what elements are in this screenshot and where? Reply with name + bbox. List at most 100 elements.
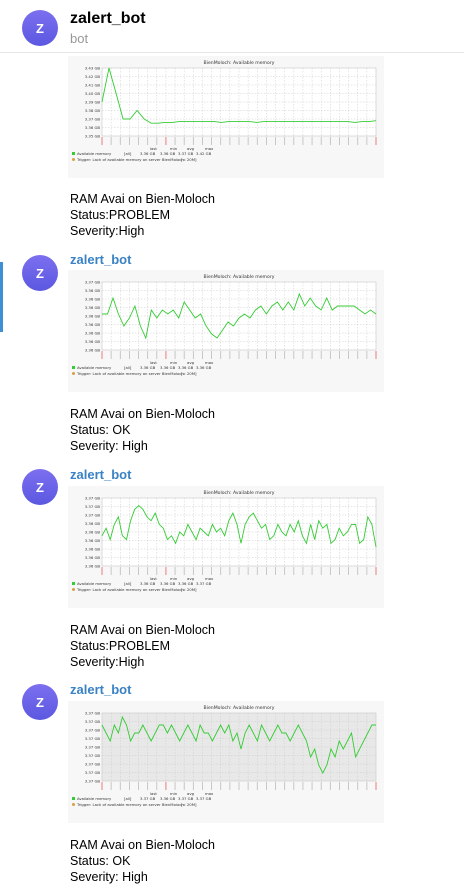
chart-image-1[interactable]: BienMoloch: Available memory 3.43 GB 3.42 …: [68, 56, 384, 178]
y-tick-label: 3.37 GB: [85, 745, 101, 750]
sender-avatar[interactable]: Z: [22, 469, 58, 505]
legend-agg: [all]: [124, 365, 132, 370]
chart-image-3[interactable]: BienMoloch: Available memory 3.37 GB 3.37 …: [68, 486, 384, 608]
chart-title: BienMoloch: Available memory: [204, 60, 275, 66]
sender-avatar[interactable]: Z: [22, 684, 58, 720]
legend-min: 3.36 GB: [160, 581, 176, 586]
legend-avg: 3.37 GB: [178, 151, 194, 156]
trigger-icon: [72, 372, 75, 375]
y-tick-label: 3.37 GB: [85, 762, 101, 767]
y-tick-label: 3.36 GB: [85, 547, 101, 552]
chart-title: BienMoloch: Available memory: [204, 490, 275, 496]
trigger-icon: [72, 158, 75, 161]
message-line: Severity: High: [70, 439, 148, 453]
legend-swatch: [72, 582, 75, 585]
legend-max: 3.37 GB: [196, 796, 212, 801]
sender-name[interactable]: zalert_bot: [70, 467, 131, 482]
trigger-condition: [< 20M]: [181, 371, 197, 376]
y-tick-label: 3.37 GB: [85, 719, 101, 724]
message-line: Severity:High: [70, 224, 145, 238]
sender-name[interactable]: zalert_bot: [70, 682, 131, 697]
legend-min: 3.36 GB: [160, 151, 176, 156]
y-tick-label: 3.37 GB: [85, 753, 101, 758]
y-tick-label: 3.37 GB: [85, 504, 101, 509]
trigger-label: Trigger: Lack of available memory on ser…: [76, 157, 184, 162]
y-tick-label: 3.36 GB: [85, 288, 101, 293]
bot-avatar[interactable]: Z: [22, 10, 58, 46]
selected-message-indicator: [0, 262, 3, 332]
y-tick-label: 3.39 GB: [85, 100, 101, 105]
y-tick-label: 3.41 GB: [85, 83, 101, 88]
y-tick-label: 3.36 GB: [85, 348, 101, 353]
legend-series-name: Available memory: [77, 581, 112, 586]
legend-agg: [all]: [124, 796, 132, 801]
y-tick-label: 3.37 GB: [85, 117, 101, 122]
chart-title: BienMoloch: Available memory: [204, 705, 275, 711]
trigger-icon: [72, 588, 75, 591]
legend-max: 3.37 GB: [196, 581, 212, 586]
chat-subtitle: bot: [70, 31, 89, 46]
legend-agg: [all]: [124, 581, 132, 586]
chart-image-2[interactable]: BienMoloch: Available memory 3.37 GB 3.36 …: [68, 270, 384, 392]
legend-avg: 3.37 GB: [178, 796, 194, 801]
y-tick-label: 3.43 GB: [85, 66, 101, 71]
y-tick-label: 3.36 GB: [85, 297, 101, 302]
y-tick-label: 3.35 GB: [85, 134, 101, 139]
y-tick-label: 3.37 GB: [85, 770, 101, 775]
legend-last: 3.36 GB: [140, 151, 156, 156]
sender-name[interactable]: zalert_bot: [70, 252, 131, 267]
y-tick-label: 3.37 GB: [85, 711, 101, 716]
legend-last: 3.36 GB: [140, 581, 156, 586]
message-line: RAM Avai on Bien-Moloch: [70, 623, 215, 637]
message-line: Status: OK: [70, 423, 131, 437]
y-tick-label: 3.37 GB: [85, 736, 101, 741]
y-tick-label: 3.37 GB: [85, 280, 101, 285]
legend-series-name: Available memory: [77, 365, 112, 370]
y-tick-label: 3.36 GB: [85, 538, 101, 543]
legend-agg: [all]: [124, 151, 132, 156]
legend-swatch: [72, 152, 75, 155]
legend-max: 3.42 GB: [196, 151, 212, 156]
y-tick-label: 3.36 GB: [85, 530, 101, 535]
trigger-label: Trigger: Lack of available memory on ser…: [76, 371, 184, 376]
legend-avg: 3.36 GB: [178, 581, 194, 586]
y-tick-label: 3.37 GB: [85, 513, 101, 518]
y-tick-label: 3.36 GB: [85, 339, 101, 344]
y-tick-label: 3.36 GB: [85, 314, 101, 319]
y-tick-label: 3.36 GB: [85, 305, 101, 310]
legend-last: 3.37 GB: [140, 796, 156, 801]
legend-max: 3.36 GB: [196, 365, 212, 370]
message-line: RAM Avai on Bien-Moloch: [70, 407, 215, 421]
chart-image-4[interactable]: BienMoloch: Available memory 3.37 GB 3.37 …: [68, 701, 384, 823]
message-line: RAM Avai on Bien-Moloch: [70, 192, 215, 206]
message-line: RAM Avai on Bien-Moloch: [70, 838, 215, 852]
legend-series-name: Available memory: [77, 796, 112, 801]
message-text-3: RAM Avai on Bien-Moloch Status:PROBLEM S…: [70, 622, 215, 670]
trigger-icon: [72, 803, 75, 806]
y-tick-label: 3.36 GB: [85, 331, 101, 336]
legend-series-name: Available memory: [77, 151, 112, 156]
y-tick-label: 3.40 GB: [85, 91, 101, 96]
y-tick-label: 3.37 GB: [85, 779, 101, 784]
y-tick-label: 3.36 GB: [85, 322, 101, 327]
chart-title: BienMoloch: Available memory: [204, 274, 275, 280]
y-tick-label: 3.36 GB: [85, 521, 101, 526]
y-tick-label: 3.36 GB: [85, 555, 101, 560]
message-text-4: RAM Avai on Bien-Moloch Status: OK Sever…: [70, 837, 215, 885]
message-line: Status: OK: [70, 854, 131, 868]
trigger-condition: [< 20M]: [181, 587, 197, 592]
legend-swatch: [72, 366, 75, 369]
trigger-condition: [< 20M]: [181, 157, 197, 162]
y-tick-label: 3.38 GB: [85, 108, 101, 113]
trigger-label: Trigger: Lack of available memory on ser…: [76, 802, 184, 807]
message-line: Status:PROBLEM: [70, 208, 171, 222]
y-tick-label: 3.36 GB: [85, 564, 101, 569]
y-tick-label: 3.42 GB: [85, 74, 101, 79]
y-tick-label: 3.37 GB: [85, 496, 101, 501]
chat-header: Z zalert_bot bot: [0, 0, 464, 53]
sender-avatar[interactable]: Z: [22, 255, 58, 291]
y-tick-label: 3.36 GB: [85, 125, 101, 130]
trigger-label: Trigger: Lack of available memory on ser…: [76, 587, 184, 592]
chat-title[interactable]: zalert_bot: [70, 10, 146, 28]
message-line: Severity:High: [70, 655, 145, 669]
